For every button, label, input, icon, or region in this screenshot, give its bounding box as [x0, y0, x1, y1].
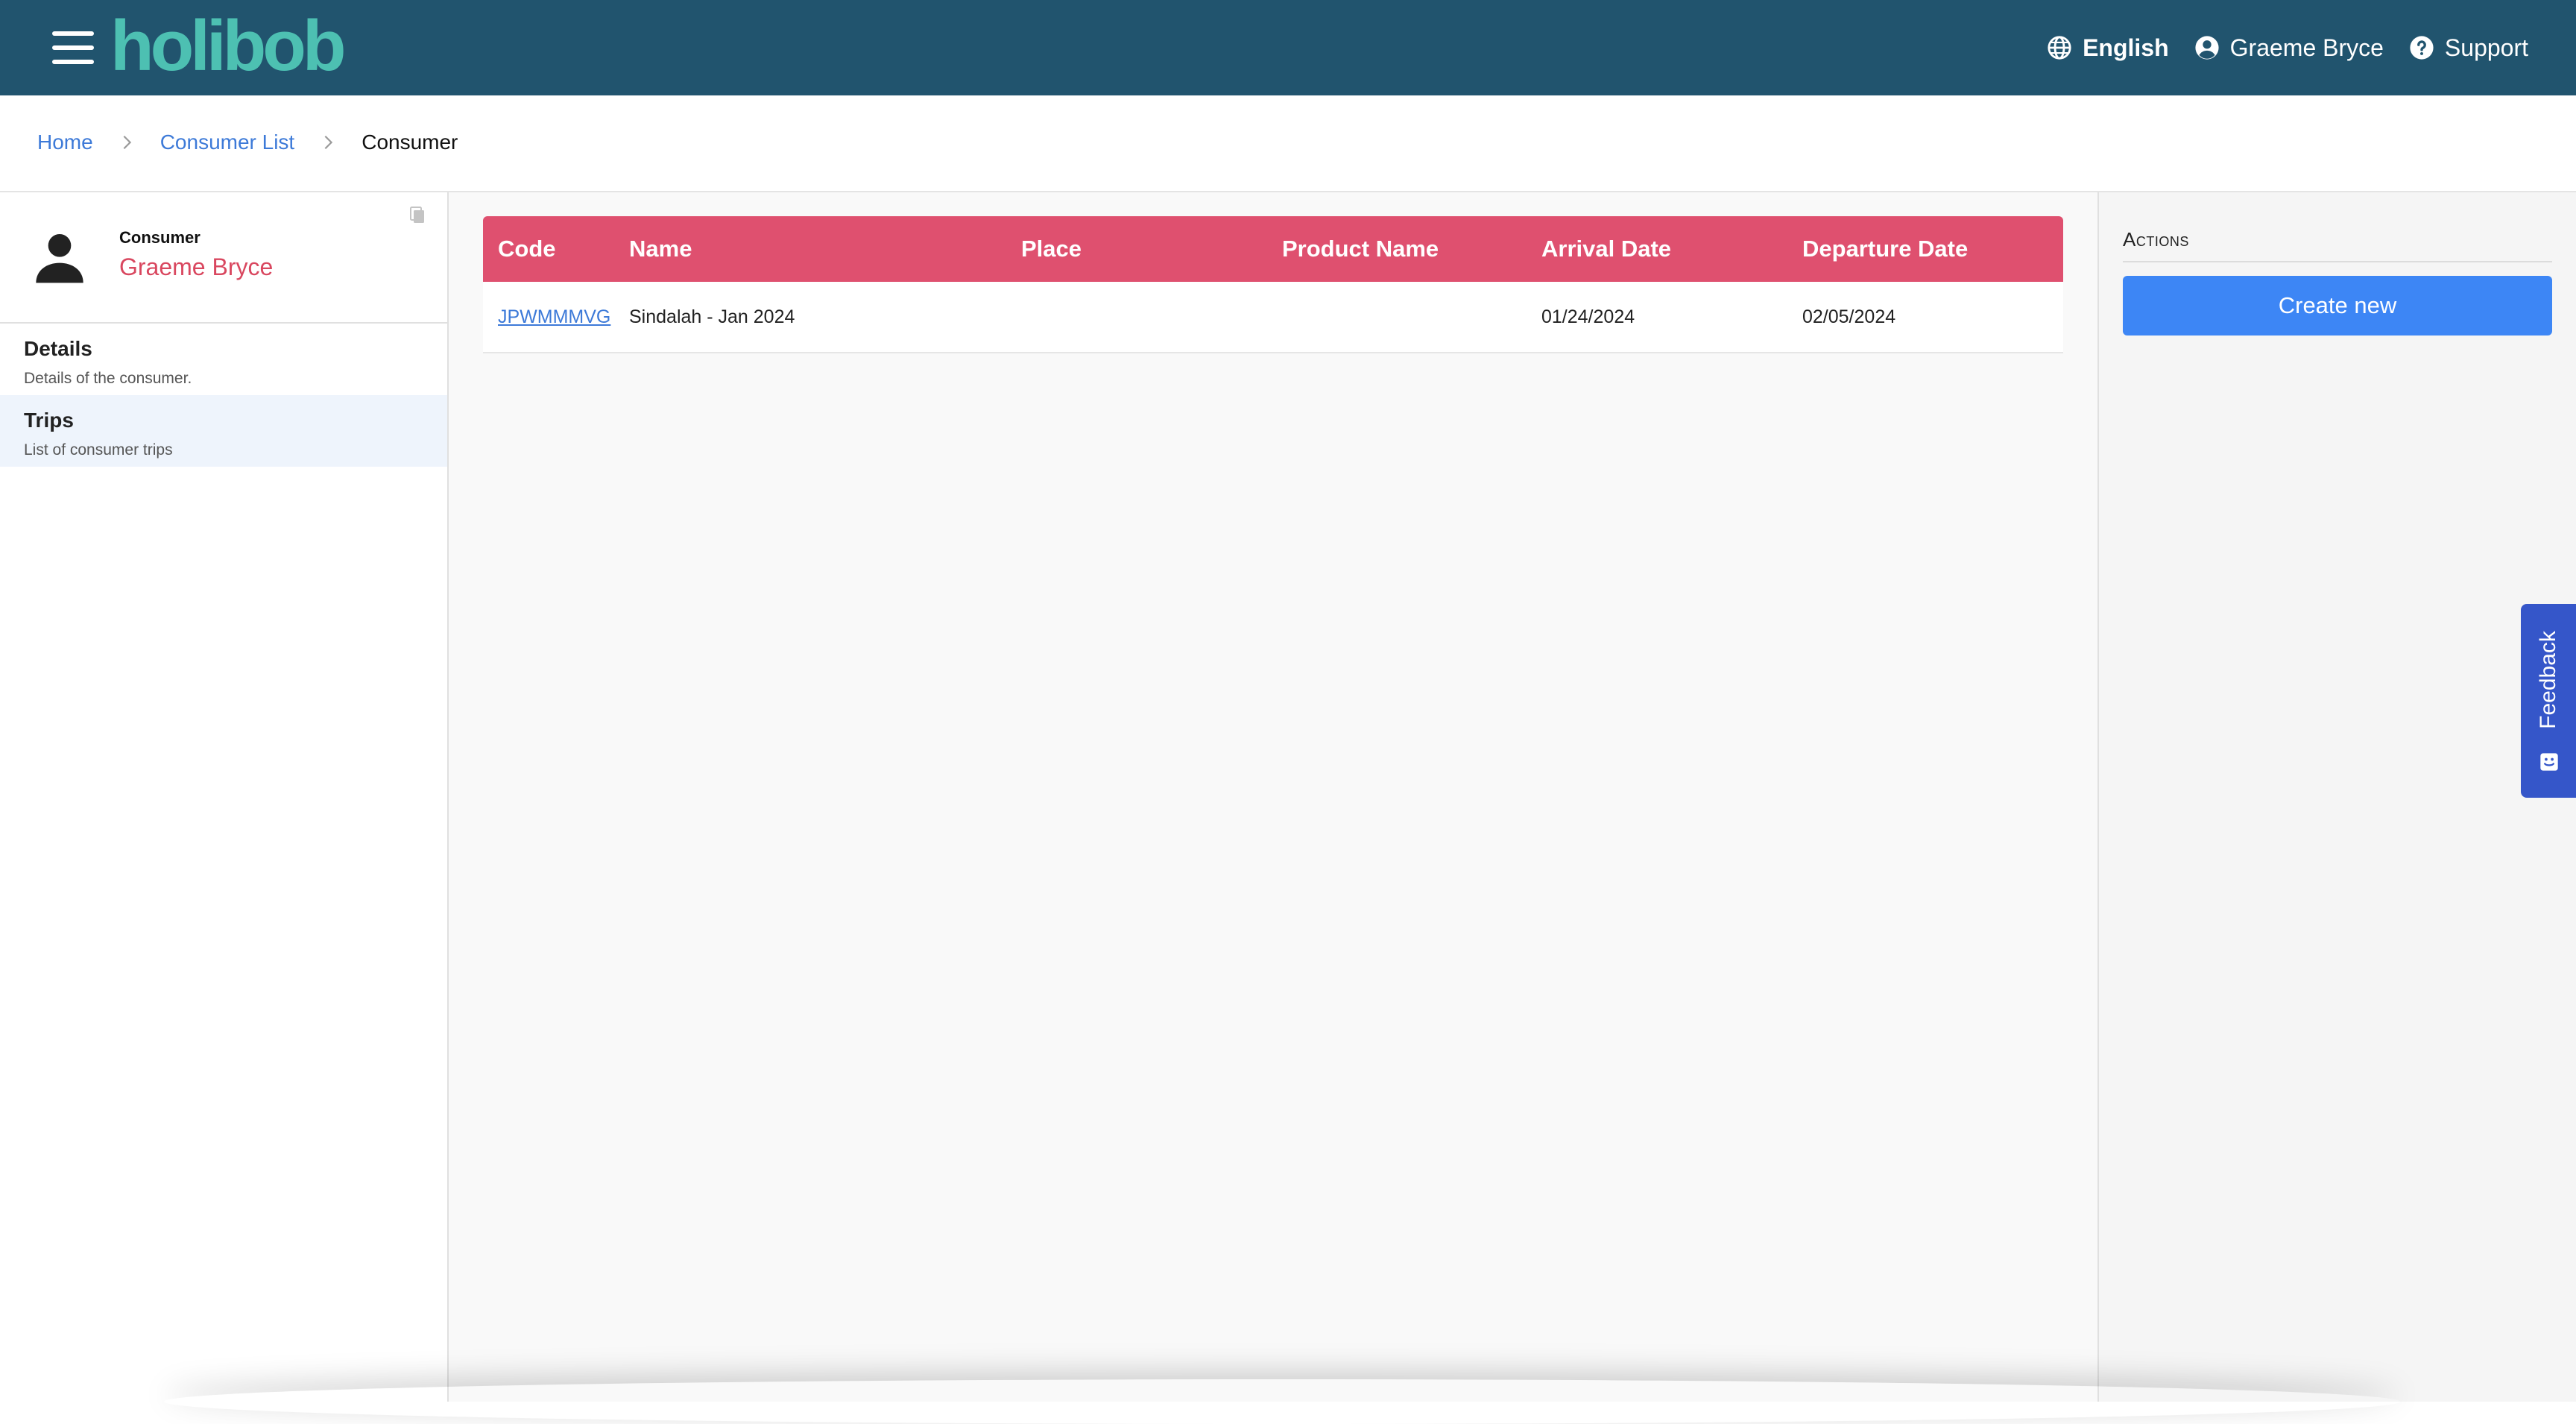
table-row[interactable]: JPWMMMVG Sindalah - Jan 2024 01/24/2024 …	[483, 282, 2063, 353]
account-circle-icon	[2195, 36, 2219, 60]
actions-panel: Actions Create new	[2097, 192, 2576, 1402]
holibob-logo[interactable]: holibob	[110, 9, 347, 84]
column-header-place[interactable]: Place	[1021, 216, 1082, 282]
breadcrumb: Home Consumer List Consumer	[37, 95, 458, 189]
table-header: Code Name Place Product Name Arrival Dat…	[483, 216, 2063, 282]
trips-table: Code Name Place Product Name Arrival Dat…	[483, 216, 2063, 353]
help-icon	[2410, 36, 2434, 60]
consumer-name: Graeme Bryce	[119, 253, 274, 280]
feedback-tab[interactable]: Feedback	[2521, 604, 2576, 798]
user-name: Graeme Bryce	[2229, 34, 2384, 61]
smiley-icon	[2540, 753, 2558, 771]
globe-icon	[2048, 36, 2071, 60]
actions-title: Actions	[2123, 228, 2189, 251]
actions-divider	[2123, 261, 2552, 262]
top-nav: English Graeme Bryce Support	[2047, 0, 2528, 95]
language-label: English	[2083, 34, 2169, 61]
person-avatar-icon	[36, 234, 83, 283]
trip-code-link[interactable]: JPWMMMVG	[498, 282, 610, 352]
sidebar-item-subtitle: List of consumer trips	[24, 441, 173, 459]
column-header-arrival-date[interactable]: Arrival Date	[1541, 216, 1671, 282]
consumer-sidebar: Consumer Graeme Bryce Details Details of…	[0, 192, 449, 1402]
consumer-label: Consumer	[119, 228, 201, 247]
sidebar-item-subtitle: Details of the consumer.	[24, 370, 192, 387]
user-menu[interactable]: Graeme Bryce	[2194, 34, 2384, 62]
support-label: Support	[2444, 34, 2528, 61]
main-content: Code Name Place Product Name Arrival Dat…	[449, 192, 2097, 1402]
sidebar-item-details[interactable]: Details Details of the consumer.	[0, 324, 447, 395]
column-header-departure-date[interactable]: Departure Date	[1802, 216, 1968, 282]
create-new-button[interactable]: Create new	[2123, 276, 2552, 335]
sidebar-item-title: Trips	[24, 409, 74, 432]
language-selector[interactable]: English	[2047, 34, 2169, 62]
breadcrumb-consumer-list[interactable]: Consumer List	[160, 130, 295, 154]
consumer-card: Consumer Graeme Bryce	[0, 192, 447, 324]
hamburger-menu-icon[interactable]	[52, 31, 94, 64]
column-header-name[interactable]: Name	[629, 216, 692, 282]
bottom-shadow	[164, 1379, 2400, 1424]
breadcrumb-home[interactable]: Home	[37, 130, 93, 154]
top-bar: holibob English Graeme Bryce Support	[0, 0, 2576, 95]
breadcrumb-current: Consumer	[362, 130, 458, 154]
copy-icon[interactable]	[408, 206, 426, 225]
column-header-product-name[interactable]: Product Name	[1282, 216, 1439, 282]
column-header-code[interactable]: Code	[498, 216, 556, 282]
trip-arrival-cell: 01/24/2024	[1541, 306, 1635, 327]
support-link[interactable]: Support	[2409, 34, 2528, 62]
chevron-right-icon	[123, 135, 131, 150]
feedback-label: Feedback	[2536, 631, 2560, 729]
trip-departure-cell: 02/05/2024	[1802, 306, 1896, 327]
chevron-right-icon	[324, 135, 333, 150]
trip-name-cell: Sindalah - Jan 2024	[629, 306, 795, 327]
sidebar-item-trips[interactable]: Trips List of consumer trips	[0, 395, 447, 467]
sidebar-item-title: Details	[24, 337, 92, 360]
